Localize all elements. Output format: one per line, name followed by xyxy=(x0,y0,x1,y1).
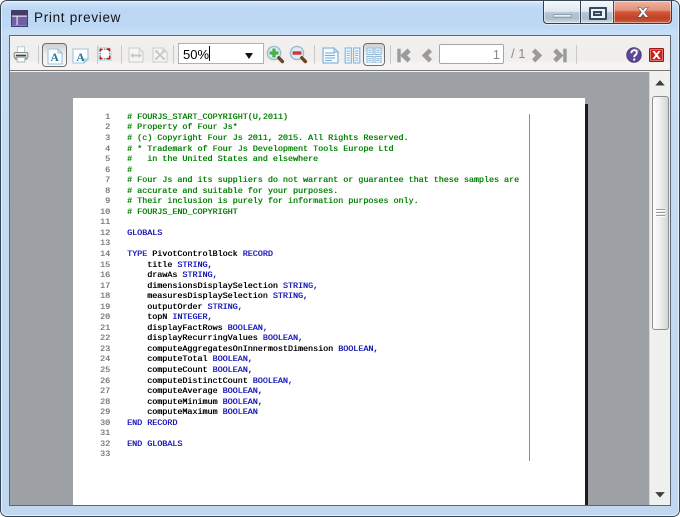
svg-text:A: A xyxy=(50,52,59,64)
svg-text:A: A xyxy=(76,52,85,64)
